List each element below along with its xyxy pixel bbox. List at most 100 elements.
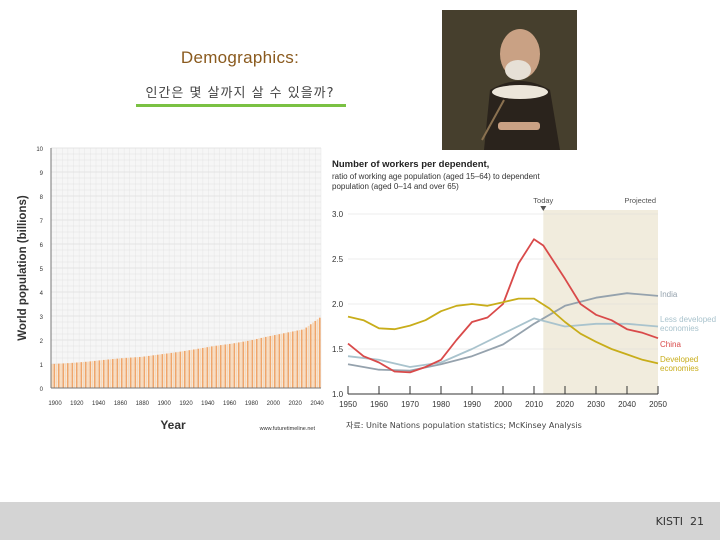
pop-bar bbox=[62, 363, 65, 388]
pop-bar bbox=[183, 350, 186, 388]
pop-bar bbox=[219, 345, 222, 388]
ratio-y-tick-label: 3.0 bbox=[332, 210, 344, 219]
pop-bar bbox=[242, 341, 245, 388]
pop-bar bbox=[125, 357, 128, 388]
pop-bar bbox=[305, 327, 308, 388]
pop-bar bbox=[129, 357, 132, 388]
pop-bar bbox=[91, 361, 94, 388]
pop-bar bbox=[102, 359, 105, 388]
pop-bar bbox=[237, 342, 240, 388]
pop-bar bbox=[80, 362, 83, 388]
pop-bar bbox=[69, 363, 71, 388]
ratio-chart-title: Number of workers per dependent, bbox=[332, 159, 489, 170]
ratio-y-tick-label: 2.0 bbox=[332, 300, 344, 309]
pop-x-tick-label: 1960 bbox=[223, 401, 237, 407]
pop-bar bbox=[174, 352, 177, 388]
pop-bar bbox=[255, 338, 258, 388]
pop-y-tick-label: 6 bbox=[40, 243, 44, 249]
pop-bar bbox=[190, 349, 193, 388]
pop-bar bbox=[244, 341, 247, 388]
pop-bar bbox=[298, 330, 301, 388]
portrait-image bbox=[442, 10, 577, 150]
pop-bar bbox=[154, 355, 157, 388]
pop-x-tick-label: 1940 bbox=[92, 401, 106, 407]
pop-bar bbox=[282, 333, 285, 388]
pop-bar bbox=[201, 347, 204, 388]
pop-bar bbox=[152, 355, 155, 388]
pop-y-tick-label: 4 bbox=[40, 291, 44, 297]
ratio-x-tick-label: 1980 bbox=[432, 400, 450, 409]
pop-y-tick-label: 5 bbox=[40, 267, 44, 273]
ratio-chart-bg bbox=[328, 152, 720, 414]
pop-bar bbox=[172, 352, 175, 388]
pop-bar bbox=[123, 358, 125, 388]
pop-bar bbox=[118, 358, 121, 388]
footer-org: KISTI bbox=[655, 515, 683, 528]
pop-bar bbox=[161, 354, 164, 388]
pop-bar bbox=[240, 342, 242, 388]
pop-bar bbox=[66, 363, 69, 388]
pop-x-tick-label: 1900 bbox=[48, 401, 62, 407]
pop-bar bbox=[197, 348, 200, 388]
pop-x-tick-label: 1940 bbox=[201, 401, 215, 407]
pop-bar bbox=[78, 362, 80, 388]
ratio-x-tick-label: 1970 bbox=[401, 400, 419, 409]
pop-bar bbox=[316, 319, 319, 388]
pop-bar bbox=[264, 336, 267, 388]
projected-label: Projected bbox=[624, 196, 656, 205]
pop-bar bbox=[269, 335, 272, 388]
pop-bar bbox=[251, 339, 254, 388]
pop-y-tick-label: 8 bbox=[40, 195, 44, 201]
pop-bar bbox=[276, 334, 278, 388]
pop-bar bbox=[64, 363, 67, 388]
pop-bar bbox=[294, 331, 296, 388]
pop-x-tick-label: 1880 bbox=[136, 401, 150, 407]
pop-bar bbox=[228, 343, 231, 388]
pop-x-tick-label: 1920 bbox=[70, 401, 84, 407]
pop-bar bbox=[303, 329, 305, 388]
series-developed-label: Developed economies bbox=[660, 355, 699, 373]
page-number: 21 bbox=[690, 515, 704, 528]
pop-bar bbox=[179, 351, 182, 388]
pop-bar bbox=[235, 342, 238, 388]
population-chart: 0 1 2 3 4 5 6 7 8 9 10 1900 1920 1940 1860 1880 1900 1920… bbox=[17, 147, 324, 432]
pop-bar bbox=[300, 329, 303, 388]
ratio-y-tick-label: 1.0 bbox=[332, 390, 344, 399]
workers-ratio-chart: Number of workers per dependent,ratio of… bbox=[328, 152, 720, 414]
ratio-x-tick-label: 2010 bbox=[525, 400, 543, 409]
pop-bar bbox=[111, 359, 114, 388]
pop-bar bbox=[278, 334, 281, 388]
pop-bar bbox=[134, 357, 137, 388]
pop-bar bbox=[73, 362, 76, 388]
pop-bar bbox=[170, 352, 173, 388]
pop-y-tick-label: 1 bbox=[40, 363, 44, 369]
pop-bar bbox=[147, 355, 150, 388]
pop-bar bbox=[181, 351, 184, 388]
pop-y-tick-label: 3 bbox=[40, 315, 44, 321]
pop-bar bbox=[233, 343, 236, 388]
pop-bar bbox=[260, 337, 263, 388]
pop-bar bbox=[136, 357, 139, 388]
series-india-label: India bbox=[660, 290, 678, 299]
pop-bar bbox=[145, 356, 148, 388]
ratio-x-tick-label: 1990 bbox=[463, 400, 481, 409]
pop-watermark: www.futuretimeline.net bbox=[259, 426, 316, 432]
pop-bar bbox=[289, 331, 292, 388]
pop-x-tick-label: 1860 bbox=[114, 401, 128, 407]
pop-x-tick-label: 2020 bbox=[288, 401, 302, 407]
pop-bar bbox=[168, 353, 170, 388]
pop-y-axis-label: World population (billions) bbox=[17, 195, 29, 341]
slide-subtitle: 인간은 몇 살까지 살 수 있을까? bbox=[145, 86, 335, 101]
ratio-x-tick-label: 2050 bbox=[649, 400, 667, 409]
pop-bar bbox=[309, 324, 312, 388]
footer: KISTI 21 bbox=[656, 515, 704, 528]
pop-x-tick-label: 1900 bbox=[157, 401, 171, 407]
pop-bar bbox=[226, 344, 229, 388]
pop-bar bbox=[57, 363, 60, 388]
ratio-y-tick-label: 1.5 bbox=[332, 345, 344, 354]
pop-bar bbox=[215, 345, 218, 388]
pop-y-tick-label: 9 bbox=[40, 171, 44, 177]
pop-bar bbox=[75, 362, 78, 388]
pop-bar bbox=[280, 333, 283, 388]
pop-bar bbox=[84, 361, 87, 388]
